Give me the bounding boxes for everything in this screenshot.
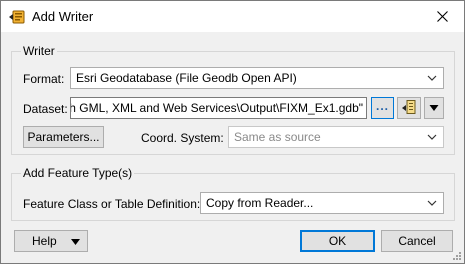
- ok-button[interactable]: OK: [300, 230, 375, 252]
- feature-type-group-title: Add Feature Type(s): [21, 166, 135, 180]
- format-value: Esri Geodatabase (File Geodb Open API): [76, 71, 297, 85]
- format-select[interactable]: Esri Geodatabase (File Geodb Open API): [70, 67, 444, 89]
- format-label: Format:: [23, 72, 65, 86]
- dataset-field[interactable]: th GML, XML and Web Services\Output\FIXM…: [70, 97, 367, 119]
- chevron-down-icon: [427, 134, 437, 140]
- cancel-button-label: Cancel: [398, 234, 436, 248]
- help-button[interactable]: Help: [14, 230, 88, 252]
- help-button-label: Help: [32, 234, 57, 248]
- resize-grip-icon[interactable]: [452, 251, 462, 261]
- browse-dataset-button[interactable]: ...: [371, 97, 394, 119]
- parameters-button[interactable]: Parameters...: [23, 126, 104, 148]
- dialog-title: Add Writer: [32, 9, 94, 24]
- triangle-down-icon: [429, 105, 439, 111]
- definition-select[interactable]: Copy from Reader...: [200, 192, 444, 214]
- dataset-label: Dataset:: [23, 102, 68, 116]
- chevron-down-icon: [427, 200, 437, 206]
- definition-value: Copy from Reader...: [206, 196, 314, 210]
- writer-group-title: Writer: [21, 44, 57, 58]
- browse-dots: ...: [375, 98, 389, 113]
- chevron-down-icon: [427, 75, 437, 81]
- fme-writer-icon: [8, 8, 26, 26]
- add-writer-dialog: Add Writer Writer Format: Esri Geodataba…: [0, 0, 465, 264]
- parameters-button-label: Parameters...: [27, 130, 100, 144]
- dataset-value: th GML, XML and Web Services\Output\FIXM…: [70, 101, 363, 115]
- ok-button-label: OK: [328, 234, 347, 248]
- dataset-menu-button[interactable]: [424, 97, 444, 119]
- file-options-icon: [402, 100, 416, 114]
- coord-system-value: Same as source: [234, 130, 321, 144]
- cancel-button[interactable]: Cancel: [381, 230, 453, 252]
- definition-label: Feature Class or Table Definition:: [23, 197, 201, 211]
- close-button[interactable]: [420, 1, 464, 32]
- coord-system-select[interactable]: Same as source: [228, 126, 444, 148]
- coord-system-label: Coord. System:: [141, 131, 224, 145]
- close-icon: [436, 11, 448, 22]
- dataset-options-button[interactable]: [397, 97, 421, 119]
- triangle-down-icon: [71, 239, 80, 245]
- title-bar: Add Writer: [1, 1, 464, 32]
